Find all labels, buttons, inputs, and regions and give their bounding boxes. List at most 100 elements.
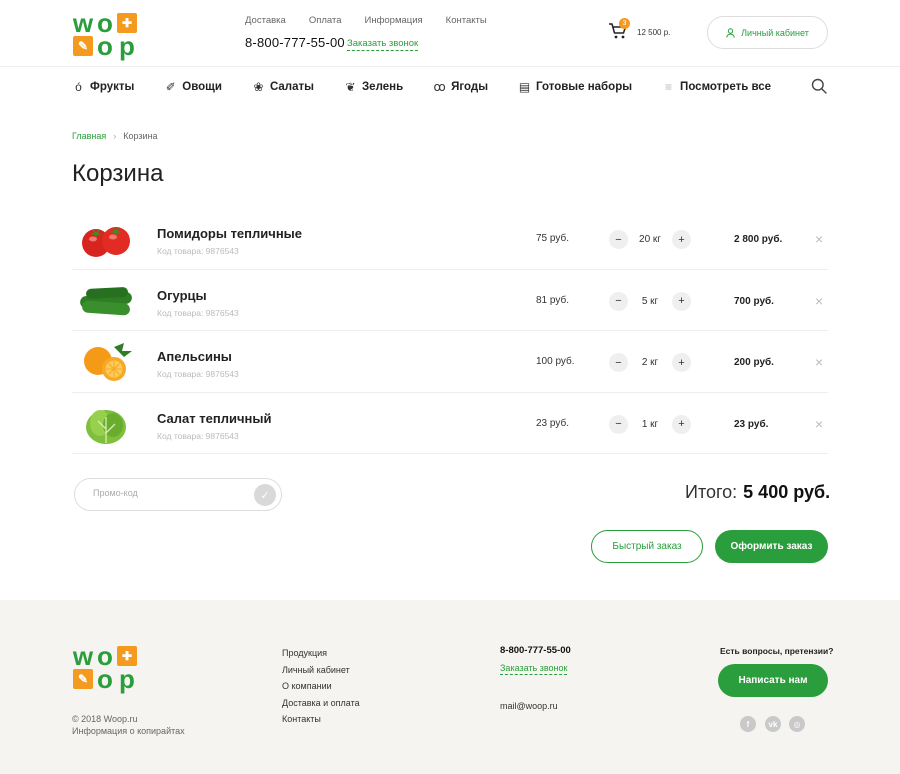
callback-link[interactable]: Заказать звонок xyxy=(347,38,419,51)
decrease-quantity-button[interactable]: − xyxy=(609,414,628,434)
cart-item-row: Апельсины Код товара: 9876543 100 руб. −… xyxy=(72,331,828,393)
order-total: Итого: 5 400 руб. xyxy=(685,482,830,503)
check-icon[interactable]: ✓ xyxy=(254,484,276,506)
category-nav: ó Фрукты ✐ Овощи ❀ Салаты ❦ Зелень ꝏ Ягоды ▤ Г… xyxy=(72,78,801,96)
logo[interactable]: w o ✚ ✎ o p xyxy=(72,10,138,59)
item-code: Код товара: 9876543 xyxy=(157,307,239,318)
footer-nav: Продукция Личный кабинет О компании Дост… xyxy=(282,645,360,728)
increase-quantity-button[interactable]: + xyxy=(672,353,691,372)
item-quantity: 2 кг xyxy=(641,357,659,368)
decrease-quantity-button[interactable]: − xyxy=(609,230,628,249)
category-berries[interactable]: ꝏ Ягоды xyxy=(433,80,489,94)
carrot-icon: ✐ xyxy=(165,80,176,94)
vk-icon[interactable]: vk xyxy=(765,716,781,732)
cart-items: Помидоры тепличные Код товара: 9876543 7… xyxy=(72,208,828,454)
instagram-icon[interactable]: ◎ xyxy=(789,716,805,732)
item-total: 23 руб. xyxy=(734,418,769,430)
user-icon xyxy=(726,27,735,38)
site-header: w o ✚ ✎ o p Доставка Оплата Информация Конта… xyxy=(0,0,900,67)
item-code: Код товара: 9876543 xyxy=(157,369,239,379)
top-nav-link-payment[interactable]: Оплата xyxy=(309,15,342,26)
increase-quantity-button[interactable]: + xyxy=(672,414,691,434)
decrease-quantity-button[interactable]: − xyxy=(609,291,628,311)
category-sets[interactable]: ▤ Готовые наборы xyxy=(518,80,632,94)
cucumber-image xyxy=(80,286,132,315)
category-label: Фрукты xyxy=(90,81,135,93)
promo-field: ✓ xyxy=(74,478,282,511)
footer-callback-link[interactable]: Заказать звонок xyxy=(500,663,568,675)
breadcrumb-home[interactable]: Главная xyxy=(72,131,106,141)
footer-link-account[interactable]: Личный кабинет xyxy=(282,662,360,679)
footer-link-contacts[interactable]: Контакты xyxy=(282,711,360,728)
berries-icon: ꝏ xyxy=(433,80,446,94)
menu-icon: ≡ xyxy=(665,80,673,94)
item-total: 200 руб. xyxy=(734,357,774,368)
page-title: Корзина xyxy=(72,160,164,187)
footer-link-products[interactable]: Продукция xyxy=(282,645,360,662)
search-icon[interactable] xyxy=(811,78,827,94)
apple-icon: ó xyxy=(75,80,82,94)
write-us-button[interactable]: Написать нам xyxy=(718,664,828,697)
top-nav-link-contacts[interactable]: Контакты xyxy=(446,15,487,26)
promo-input[interactable] xyxy=(93,488,243,498)
facebook-icon[interactable]: f xyxy=(740,716,756,732)
quick-order-button[interactable]: Быстрый заказ xyxy=(591,530,703,563)
cart-item-row: Салат тепличный Код товара: 9876543 23 р… xyxy=(72,393,828,454)
item-name[interactable]: Салат тепличный xyxy=(157,411,271,426)
header-phone[interactable]: 8-800-777-55-00 xyxy=(245,35,345,50)
footer-link-about[interactable]: О компании xyxy=(282,678,360,695)
category-vegetables[interactable]: ✐ Овощи xyxy=(164,80,222,94)
top-nav-link-info[interactable]: Информация xyxy=(365,15,423,26)
remove-item-icon[interactable]: × xyxy=(815,293,823,309)
item-name[interactable]: Помидоры тепличные xyxy=(157,226,302,241)
cart-item-row: Помидоры тепличные Код товара: 9876543 7… xyxy=(72,208,828,270)
category-label: Готовые наборы xyxy=(536,81,633,93)
category-all[interactable]: ≡ Посмотреть все xyxy=(662,80,771,94)
item-name[interactable]: Огурцы xyxy=(157,288,207,303)
item-code: Код товара: 9876543 xyxy=(157,430,239,441)
increase-quantity-button[interactable]: + xyxy=(672,291,691,311)
copyright-text: © 2018 Woop.ru xyxy=(72,714,138,724)
item-quantity: 1 кг xyxy=(641,418,659,430)
account-button[interactable]: Личный кабинет xyxy=(707,16,828,49)
cart-count-badge: 3 xyxy=(619,18,630,29)
category-label: Ягоды xyxy=(451,81,489,93)
item-quantity: 20 кг xyxy=(639,234,661,245)
item-price: 81 руб. xyxy=(536,294,569,306)
cart-sum: 12 500 р. xyxy=(637,28,671,37)
footer-phone[interactable]: 8-800-777-55-00 xyxy=(500,645,571,656)
category-label: Овощи xyxy=(182,81,222,93)
bag-icon: ▤ xyxy=(518,80,531,94)
increase-quantity-button[interactable]: + xyxy=(672,230,691,249)
order-total-label: Итого: xyxy=(685,482,738,502)
tomato-image xyxy=(82,227,130,257)
remove-item-icon[interactable]: × xyxy=(815,231,823,247)
item-total: 2 800 руб. xyxy=(734,234,783,245)
remove-item-icon[interactable]: × xyxy=(815,416,823,432)
footer-email[interactable]: mail@woop.ru xyxy=(500,701,558,711)
checkout-button[interactable]: Оформить заказ xyxy=(715,530,828,563)
item-price: 23 руб. xyxy=(536,417,569,429)
item-name[interactable]: Апельсины xyxy=(157,349,232,364)
lettuce-image xyxy=(86,409,126,444)
category-label: Зелень xyxy=(361,81,404,93)
category-fruits[interactable]: ó Фрукты xyxy=(72,80,134,94)
order-total-value: 5 400 руб. xyxy=(743,482,831,502)
category-salads[interactable]: ❀ Салаты xyxy=(252,80,314,94)
category-greens[interactable]: ❦ Зелень xyxy=(344,80,403,94)
footer-link-delivery[interactable]: Доставка и оплата xyxy=(282,695,360,712)
item-quantity: 5 кг xyxy=(641,295,659,307)
item-price: 100 руб. xyxy=(536,356,575,367)
cart-item-row: Огурцы Код товара: 9876543 81 руб. − 5 к… xyxy=(72,270,828,331)
breadcrumb-current: Корзина xyxy=(123,131,158,141)
top-nav: Доставка Оплата Информация Контакты xyxy=(245,15,487,26)
item-total: 700 руб. xyxy=(734,295,774,307)
orange-image xyxy=(84,343,132,381)
copyright-info-link[interactable]: Информация о копирайтах xyxy=(72,726,185,736)
remove-item-icon[interactable]: × xyxy=(815,354,823,370)
leaf-icon: ❦ xyxy=(345,80,356,94)
top-nav-link-delivery[interactable]: Доставка xyxy=(245,15,286,26)
decrease-quantity-button[interactable]: − xyxy=(609,353,628,372)
footer-logo[interactable]: w o ✚ ✎ o p xyxy=(72,643,138,692)
item-price: 75 руб. xyxy=(536,233,569,244)
